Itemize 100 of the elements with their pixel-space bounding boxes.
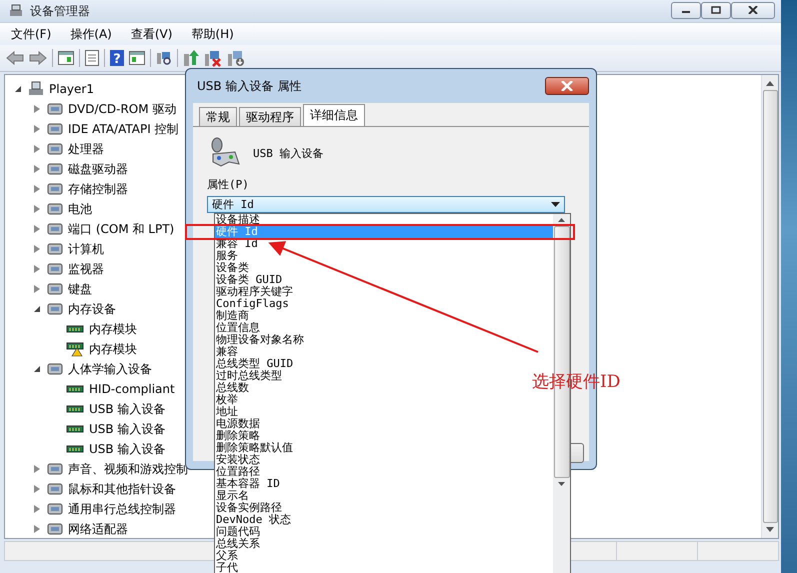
tree-item[interactable]: 内存设备 — [68, 300, 116, 318]
dropdown-option[interactable]: 过时总线类型 — [215, 370, 282, 382]
document-icon[interactable] — [85, 50, 99, 66]
dropdown-option[interactable]: 兼容 — [215, 346, 238, 358]
device-icon — [47, 121, 63, 137]
scrollbar[interactable] — [761, 75, 778, 538]
tree-item[interactable]: 端口 (COM 和 LPT) — [68, 220, 174, 238]
dropdown-option[interactable]: 设备实例路径 — [215, 502, 282, 514]
menu-item[interactable]: 文件(F) — [0, 26, 60, 42]
tree-item[interactable]: Player1 — [49, 82, 94, 96]
tree-item[interactable]: 存储控制器 — [68, 180, 128, 198]
dropdown-option[interactable]: 总线关系 — [215, 538, 260, 550]
scan-hardware-icon[interactable] — [156, 50, 172, 66]
menu-item[interactable]: 帮助(H) — [180, 26, 242, 42]
window-title: 设备管理器 — [30, 2, 90, 20]
dropdown-option[interactable]: 总线数 — [215, 382, 249, 394]
back-arrow-icon[interactable] — [6, 51, 24, 65]
dropdown-option[interactable]: 安装状态 — [215, 454, 260, 466]
device-icon — [47, 161, 63, 177]
device-icon — [47, 501, 63, 517]
dropdown-option[interactable]: 服务 — [215, 250, 238, 262]
tab[interactable]: 常规 — [199, 107, 237, 126]
device-name: USB 输入设备 — [253, 146, 324, 160]
device-icon — [47, 221, 63, 237]
dropdown-option[interactable]: 驱动程序关键字 — [215, 286, 293, 298]
dropdown-option[interactable]: 问题代码 — [215, 526, 260, 538]
tree-item[interactable]: 电池 — [68, 200, 92, 218]
tree-item[interactable]: 人体学输入设备 — [68, 360, 152, 378]
device-icon — [47, 201, 63, 217]
scroll-up-icon[interactable] — [558, 218, 565, 222]
tree-item[interactable]: 计算机 — [68, 240, 104, 258]
tree-item[interactable]: 磁盘驱动器 — [68, 160, 128, 178]
dropdown-option[interactable]: 位置路径 — [215, 466, 260, 478]
tree-item[interactable]: USB 输入设备 — [89, 400, 166, 418]
dialog-title: USB 输入设备 属性 — [197, 78, 302, 94]
dropdown-option[interactable]: 位置信息 — [215, 322, 260, 334]
tab[interactable]: 详细信息 — [303, 104, 365, 126]
help-icon[interactable]: ? — [110, 50, 124, 66]
close-button[interactable] — [545, 77, 589, 95]
tree-item[interactable]: IDE ATA/ATAPI 控制 — [68, 120, 179, 138]
tree-item[interactable]: 内存模块 — [89, 320, 137, 338]
expander-icon[interactable] — [34, 306, 40, 312]
property-dropdown[interactable]: 硬件 Id — [207, 196, 565, 213]
tree-item[interactable]: 键盘 — [68, 280, 92, 298]
dropdown-option[interactable]: 地址 — [215, 406, 238, 418]
device-icon — [47, 281, 63, 297]
scroll-up-icon[interactable] — [766, 81, 774, 86]
scrollbar-thumb[interactable] — [762, 90, 778, 523]
menu-item[interactable]: 操作(A) — [59, 26, 120, 42]
dropdown-option[interactable]: 设备类 GUID — [215, 274, 282, 286]
dropdown-option[interactable]: 父系 — [215, 550, 238, 562]
tree-item[interactable]: USB 输入设备 — [89, 440, 166, 458]
tree-item[interactable]: 鼠标和其他指针设备 — [68, 480, 176, 498]
tab[interactable]: 驱动程序 — [239, 107, 301, 126]
forward-arrow-icon[interactable] — [29, 51, 47, 65]
dropdown-option[interactable]: 删除策略 — [215, 430, 260, 442]
dropdown-option[interactable]: 显示名 — [215, 490, 249, 502]
dropdown-option[interactable]: ConfigFlags — [215, 298, 289, 310]
device-icon — [47, 241, 63, 257]
tree-item[interactable]: 通用串行总线控制器 — [68, 500, 176, 518]
scroll-down-icon[interactable] — [558, 482, 565, 486]
tree-item[interactable]: 监视器 — [68, 260, 104, 278]
device-icon — [47, 141, 63, 157]
dropdown-option[interactable]: 枚举 — [215, 394, 238, 406]
minimize-button[interactable] — [671, 2, 701, 18]
tree-item[interactable]: 内存模块 — [89, 340, 137, 358]
dropdown-option[interactable]: DevNode 状态 — [215, 514, 291, 526]
device-icon — [47, 261, 63, 277]
tree-item[interactable]: DVD/CD-ROM 驱动 — [68, 100, 176, 118]
dropdown-option[interactable]: 设备类 — [215, 262, 249, 274]
device-icon — [47, 301, 63, 317]
expander-icon[interactable] — [34, 366, 40, 372]
tree-item[interactable]: 网络适配器 — [68, 520, 128, 538]
maximize-button[interactable] — [701, 2, 731, 18]
dropdown-option[interactable]: 电源数据 — [215, 418, 260, 430]
scroll-down-icon[interactable] — [766, 527, 774, 532]
device-icon — [47, 181, 63, 197]
tree-item[interactable]: 处理器 — [68, 140, 104, 158]
expander-icon[interactable] — [15, 86, 21, 92]
disable-device-icon[interactable] — [227, 49, 245, 67]
dropdown-option[interactable]: 制造商 — [215, 310, 249, 322]
dropdown-option[interactable]: 设备描述 — [215, 214, 260, 226]
close-button[interactable] — [731, 2, 775, 18]
update-driver-icon[interactable] — [183, 49, 199, 67]
uninstall-icon[interactable] — [204, 49, 222, 67]
dropdown-arrow-icon[interactable] — [551, 202, 560, 207]
pane-icon[interactable] — [58, 51, 74, 65]
dropdown-option[interactable]: 基本容器 ID — [215, 478, 280, 490]
dropdown-option[interactable]: 总线类型 GUID — [215, 358, 294, 370]
device-icon — [47, 461, 63, 477]
dropdown-option[interactable]: 删除策略默认值 — [215, 442, 293, 454]
computer-icon — [28, 81, 44, 97]
dropdown-option[interactable]: 物理设备对象名称 — [215, 334, 304, 346]
tree-item[interactable]: USB 输入设备 — [89, 420, 166, 438]
tree-item[interactable]: HID-compliant — [89, 382, 175, 396]
dropdown-option[interactable]: 子代 — [215, 562, 238, 573]
menu-item[interactable]: 查看(V) — [120, 26, 180, 42]
device-icon — [47, 521, 63, 537]
pane-icon[interactable] — [129, 51, 145, 65]
device-icon — [47, 481, 63, 497]
